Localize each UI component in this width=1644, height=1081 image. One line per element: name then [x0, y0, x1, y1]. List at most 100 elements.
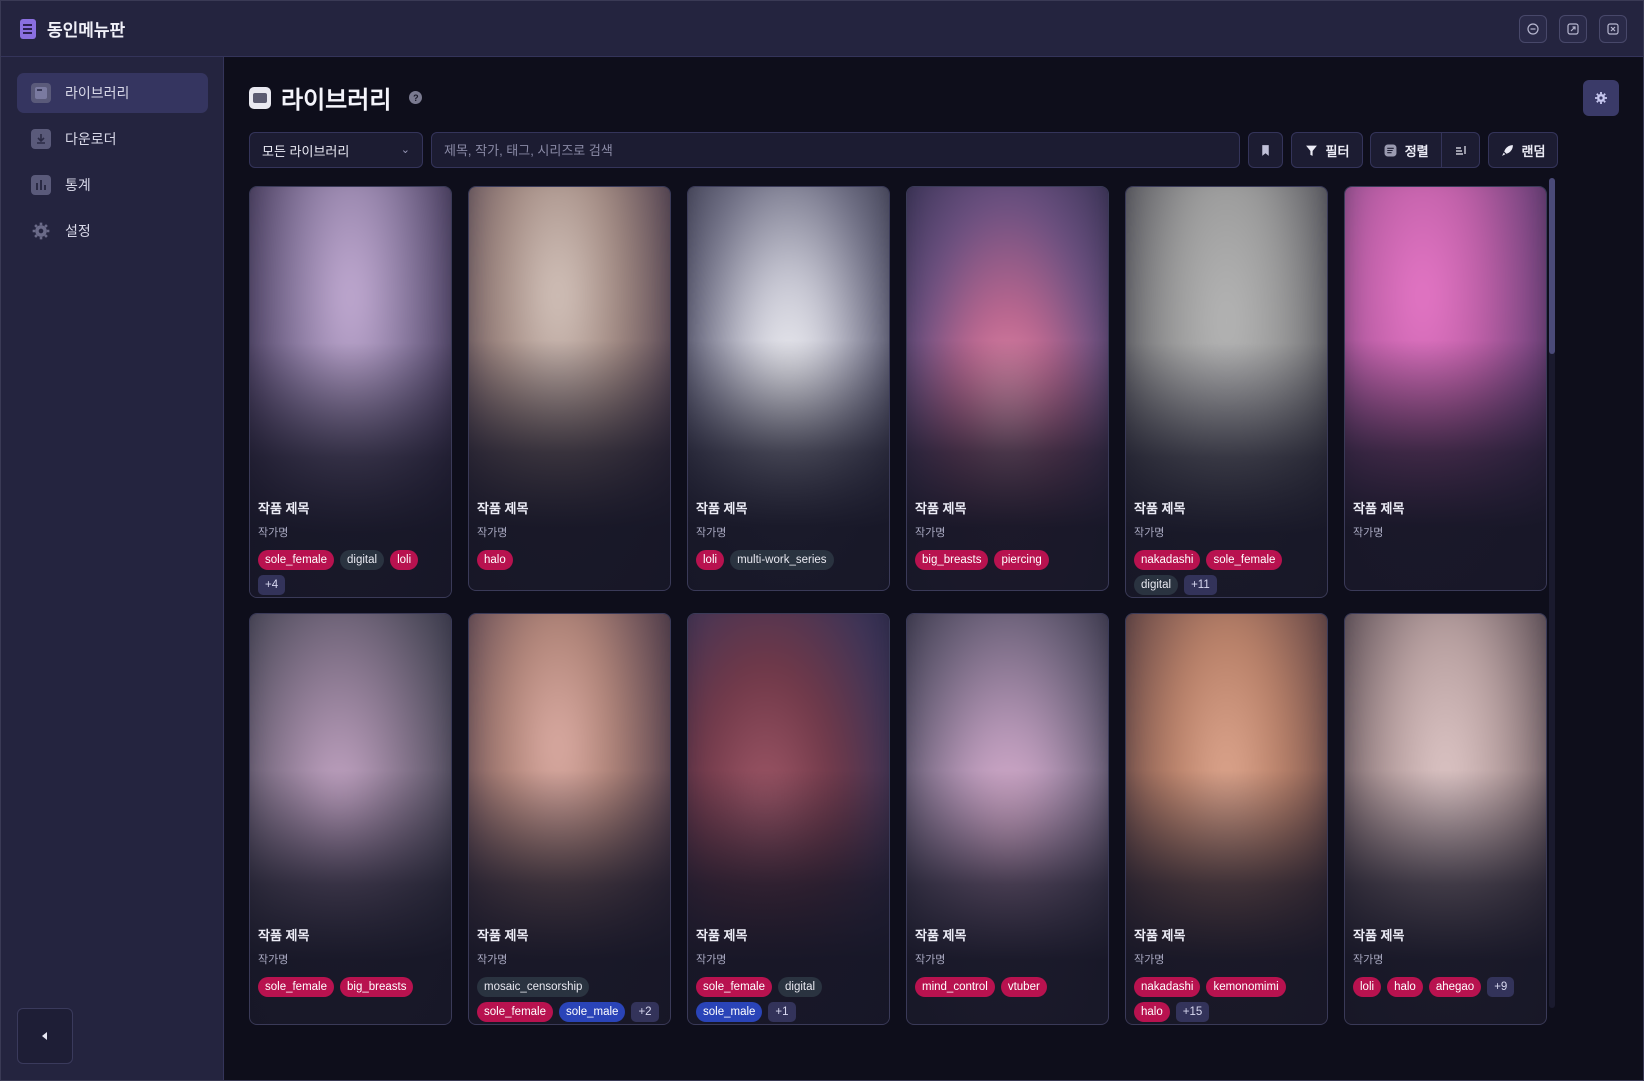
- tag-chip[interactable]: mosaic_censorship: [477, 977, 590, 997]
- gallery-card[interactable]: 작품 제목작가명 halo: [468, 186, 671, 591]
- more-tags-badge[interactable]: +15: [1175, 1002, 1210, 1022]
- tag-chip[interactable]: sole_male: [559, 1002, 626, 1022]
- card-author[interactable]: 작가명: [477, 524, 662, 540]
- help-icon[interactable]: ?: [409, 91, 423, 104]
- tag-chip[interactable]: loli: [390, 550, 419, 570]
- card-author[interactable]: 작가명: [915, 524, 1100, 540]
- card-info: 작품 제목작가명 mind_control vtuber: [915, 925, 1100, 997]
- card-title: 작품 제목: [1353, 928, 1405, 943]
- minimize-button[interactable]: [1519, 15, 1547, 43]
- gallery-card[interactable]: 작품 제목 작가명 loli multi-work_series: [687, 186, 890, 591]
- tag-chip[interactable]: loli: [696, 550, 725, 570]
- card-author[interactable]: 작가명: [1353, 524, 1538, 540]
- sort-button[interactable]: 정렬: [1371, 133, 1443, 167]
- card-author[interactable]: 작가명: [696, 524, 881, 540]
- sidebar-item-settings[interactable]: 설정: [17, 211, 208, 251]
- more-tags-badge[interactable]: +2: [631, 1002, 659, 1022]
- gallery-card[interactable]: 작품 제목작가명 nakadashi kemonomimi halo +15: [1125, 613, 1328, 1025]
- card-info: 작품 제목 작가명 sole_female big_breasts: [258, 925, 443, 997]
- sort-label: 정렬: [1404, 143, 1429, 159]
- card-title: 작품 제목: [696, 928, 748, 943]
- card-info: 작품 제목작가명 big_breasts piercing: [915, 498, 1100, 570]
- tag-list: loli halo ahegao +9: [1353, 977, 1538, 997]
- library-icon: [31, 83, 51, 103]
- tag-chip[interactable]: sole_female: [477, 1002, 554, 1022]
- tag-chip[interactable]: sole_female: [258, 550, 335, 570]
- filter-button[interactable]: 필터: [1291, 132, 1363, 168]
- collapse-sidebar-button[interactable]: [17, 1008, 73, 1064]
- tag-chip[interactable]: digital: [778, 977, 823, 997]
- tag-chip[interactable]: halo: [1387, 977, 1423, 997]
- more-tags-badge[interactable]: +11: [1184, 575, 1217, 595]
- card-author[interactable]: 작가명: [915, 951, 1100, 967]
- tag-chip[interactable]: mind_control: [915, 977, 995, 997]
- tag-chip[interactable]: nakadashi: [1134, 977, 1201, 997]
- bookmark-button[interactable]: [1248, 132, 1283, 168]
- card-author[interactable]: 작가명: [258, 951, 443, 967]
- gallery-card[interactable]: 작품 제목 작가명 mosaic_censorship sole_female sole…: [468, 613, 671, 1025]
- scrollbar-thumb[interactable]: [1549, 178, 1555, 354]
- card-info: 작품 제목작가명 loli halo ahegao +9: [1353, 925, 1538, 997]
- sidebar-item-label: 통계: [65, 177, 91, 193]
- library-select[interactable]: 모든 라이브러리 ⌄: [249, 132, 423, 168]
- gallery-card[interactable]: 작품 제목 작가명 nakadashi sole_female digital +11: [1125, 186, 1328, 598]
- tag-chip[interactable]: digital: [340, 550, 385, 570]
- sidebar-item-library[interactable]: 라이브러리: [17, 73, 208, 113]
- card-title: 작품 제목: [915, 501, 967, 516]
- page-header: 라이브러리 ?: [249, 80, 423, 115]
- tag-chip[interactable]: halo: [1134, 1002, 1170, 1022]
- card-info: 작품 제목 작가명 mosaic_censorship sole_female sole…: [477, 925, 662, 1022]
- card-info: 작품 제목 작가명 sole_female digital loli +4: [258, 498, 443, 595]
- tag-chip[interactable]: multi-work_series: [730, 550, 834, 570]
- card-author[interactable]: 작가명: [258, 524, 443, 540]
- tag-chip[interactable]: sole_female: [1206, 550, 1283, 570]
- gallery-card[interactable]: 작품 제목 작가명 sole_female digital loli +4: [249, 186, 452, 598]
- more-tags-badge[interactable]: +9: [1487, 977, 1515, 997]
- maximize-button[interactable]: [1559, 15, 1587, 43]
- tag-chip[interactable]: sole_male: [696, 1002, 763, 1022]
- card-author[interactable]: 작가명: [477, 951, 662, 967]
- tag-chip[interactable]: kemonomimi: [1206, 977, 1286, 997]
- tag-chip[interactable]: big_breasts: [915, 550, 989, 570]
- tag-chip[interactable]: vtuber: [1000, 977, 1047, 997]
- tag-chip[interactable]: sole_female: [258, 977, 335, 997]
- gallery-card[interactable]: 작품 제목작가명 loli halo ahegao +9: [1344, 613, 1547, 1025]
- card-title: 작품 제목: [477, 501, 529, 516]
- view-settings-button[interactable]: [1583, 80, 1619, 116]
- sidebar-item-downloader[interactable]: 다운로더: [17, 119, 208, 159]
- random-button[interactable]: 랜덤: [1488, 132, 1558, 168]
- chevron-left-icon: [42, 1032, 47, 1040]
- card-title: 작품 제목: [1134, 928, 1186, 943]
- app-window: 동인메뉴판 라이브러리 다운로더 통계 설정 라이브러리 ? 모든 라이브러리 …: [0, 0, 1644, 1081]
- tag-chip[interactable]: digital: [1134, 575, 1179, 595]
- card-author[interactable]: 작가명: [1353, 951, 1538, 967]
- tag-chip[interactable]: sole_female: [696, 977, 773, 997]
- more-tags-badge[interactable]: +4: [258, 575, 286, 595]
- tag-chip[interactable]: halo: [477, 550, 513, 570]
- cover-overlay: [1345, 340, 1546, 590]
- gear-icon: [31, 221, 51, 241]
- sidebar-item-statistics[interactable]: 통계: [17, 165, 208, 205]
- title-bar: 동인메뉴판: [1, 1, 1643, 57]
- search-input[interactable]: [431, 132, 1240, 168]
- gallery-card[interactable]: 작품 제목 작가명 sole_female big_breasts: [249, 613, 452, 1025]
- card-author[interactable]: 작가명: [696, 951, 881, 967]
- tag-chip[interactable]: ahegao: [1428, 977, 1482, 997]
- tag-chip[interactable]: loli: [1353, 977, 1382, 997]
- gallery-card[interactable]: 작품 제목작가명 mind_control vtuber: [906, 613, 1109, 1025]
- gallery-card[interactable]: 작품 제목 작가명: [1344, 186, 1547, 591]
- tag-chip[interactable]: nakadashi: [1134, 550, 1201, 570]
- tag-chip[interactable]: piercing: [994, 550, 1049, 570]
- more-tags-badge[interactable]: +1: [768, 1002, 796, 1022]
- card-title: 작품 제목: [915, 928, 967, 943]
- sort-direction-button[interactable]: [1442, 133, 1479, 167]
- scrollbar[interactable]: [1549, 178, 1555, 1008]
- gallery-card[interactable]: 작품 제목작가명 sole_female digital sole_male +1: [687, 613, 890, 1025]
- card-author[interactable]: 작가명: [1134, 524, 1319, 540]
- tag-chip[interactable]: big_breasts: [340, 977, 414, 997]
- close-button[interactable]: [1599, 15, 1627, 43]
- filter-icon: [1305, 145, 1317, 156]
- gallery-card[interactable]: 작품 제목작가명 big_breasts piercing: [906, 186, 1109, 591]
- page-title: 라이브러리: [281, 87, 392, 114]
- card-author[interactable]: 작가명: [1134, 951, 1319, 967]
